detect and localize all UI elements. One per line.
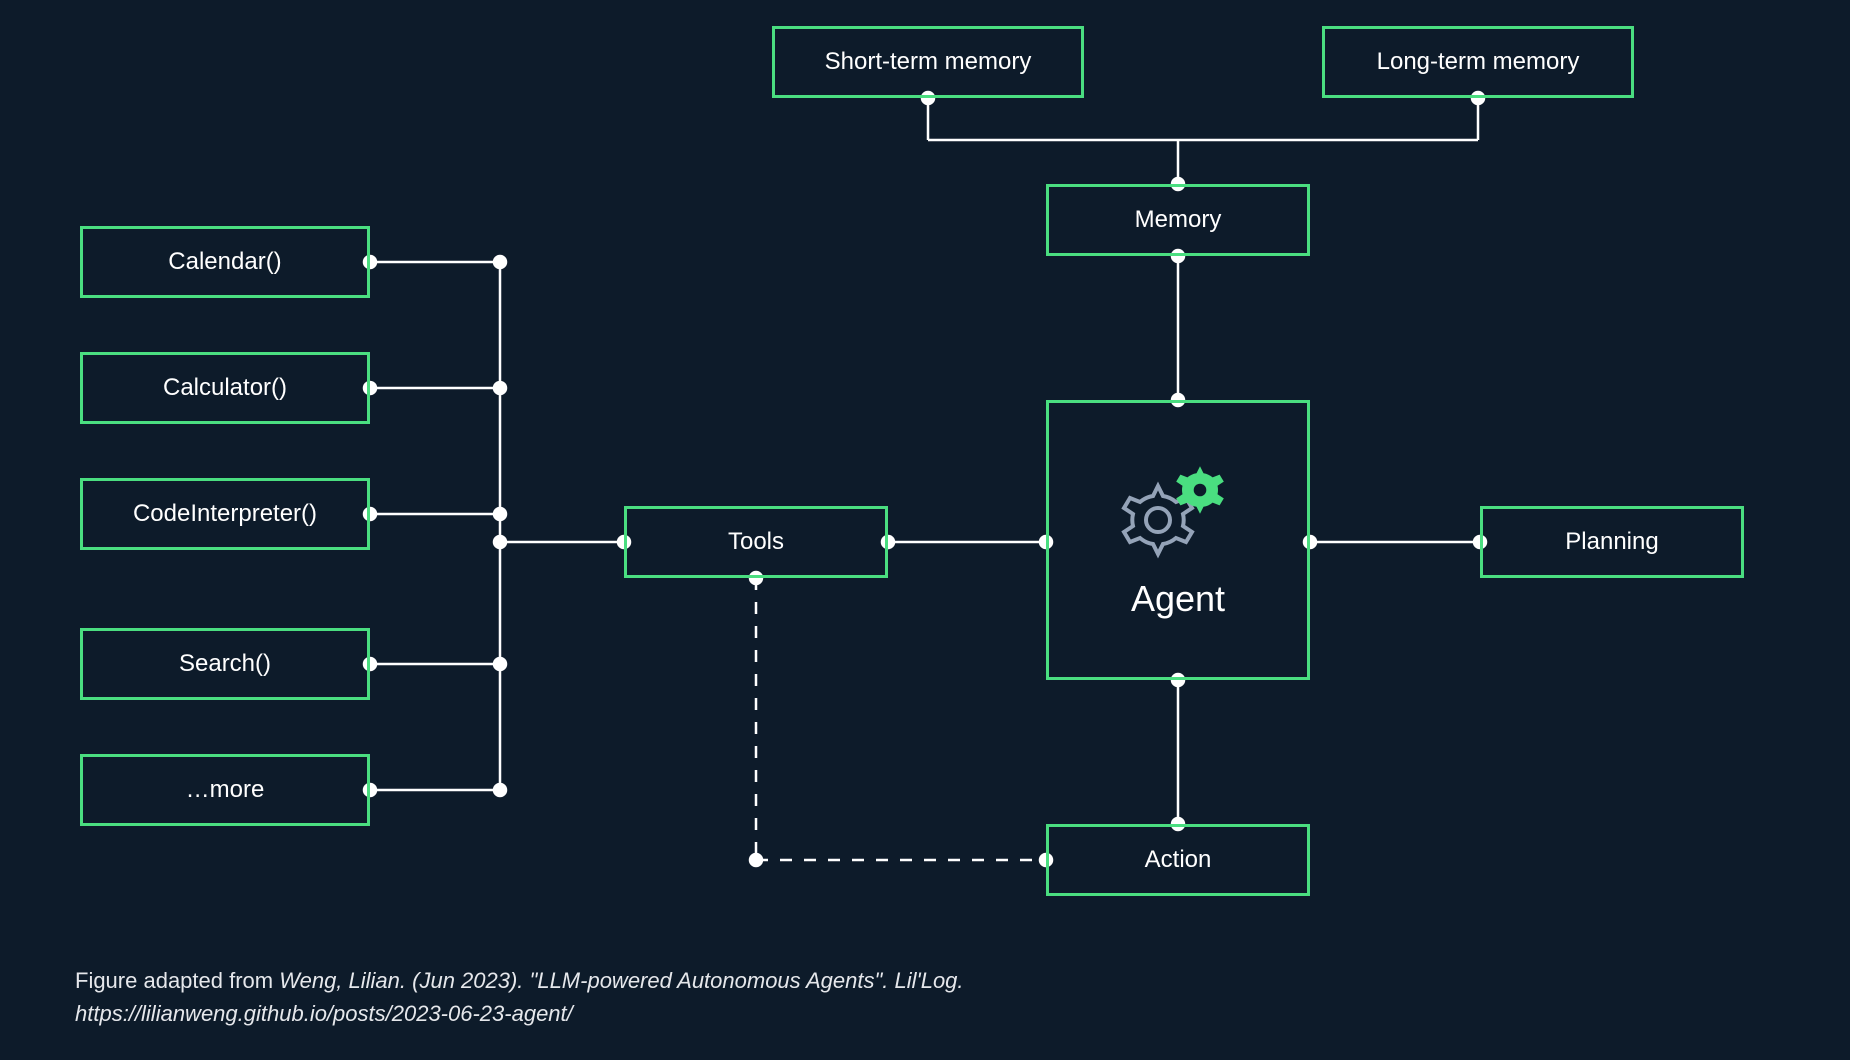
node-label: Calendar() [168,248,281,276]
citation-url: https://lilianweng.github.io/posts/2023-… [75,1001,573,1026]
node-planning: Planning [1480,506,1744,578]
node-label: Search() [179,650,271,678]
node-tool-calendar: Calendar() [80,226,370,298]
citation-lead: Figure adapted from [75,968,279,993]
citation-text: Figure adapted from Weng, Lilian. (Jun 2… [75,964,964,1030]
node-memory: Memory [1046,184,1310,256]
node-label: Long-term memory [1377,48,1580,76]
node-agent: Agent [1046,400,1310,680]
node-action: Action [1046,824,1310,896]
node-label: Calculator() [163,374,287,402]
node-label: Tools [728,528,784,556]
citation-reference: Weng, Lilian. (Jun 2023). "LLM-powered A… [279,968,963,993]
gears-icon [1118,460,1238,560]
node-label: Planning [1565,528,1658,556]
node-label: CodeInterpreter() [133,500,317,528]
node-label: Short-term memory [825,48,1032,76]
node-short-term-memory: Short-term memory [772,26,1084,98]
node-label: Memory [1135,206,1222,234]
node-tools: Tools [624,506,888,578]
diagram-canvas: Short-term memory Long-term memory Memor… [0,0,1850,1060]
node-tool-more: …more [80,754,370,826]
node-long-term-memory: Long-term memory [1322,26,1634,98]
node-label: Agent [1131,578,1225,620]
node-label: …more [186,776,265,804]
node-tool-codeinterpreter: CodeInterpreter() [80,478,370,550]
node-label: Action [1145,846,1212,874]
node-tool-calculator: Calculator() [80,352,370,424]
node-tool-search: Search() [80,628,370,700]
